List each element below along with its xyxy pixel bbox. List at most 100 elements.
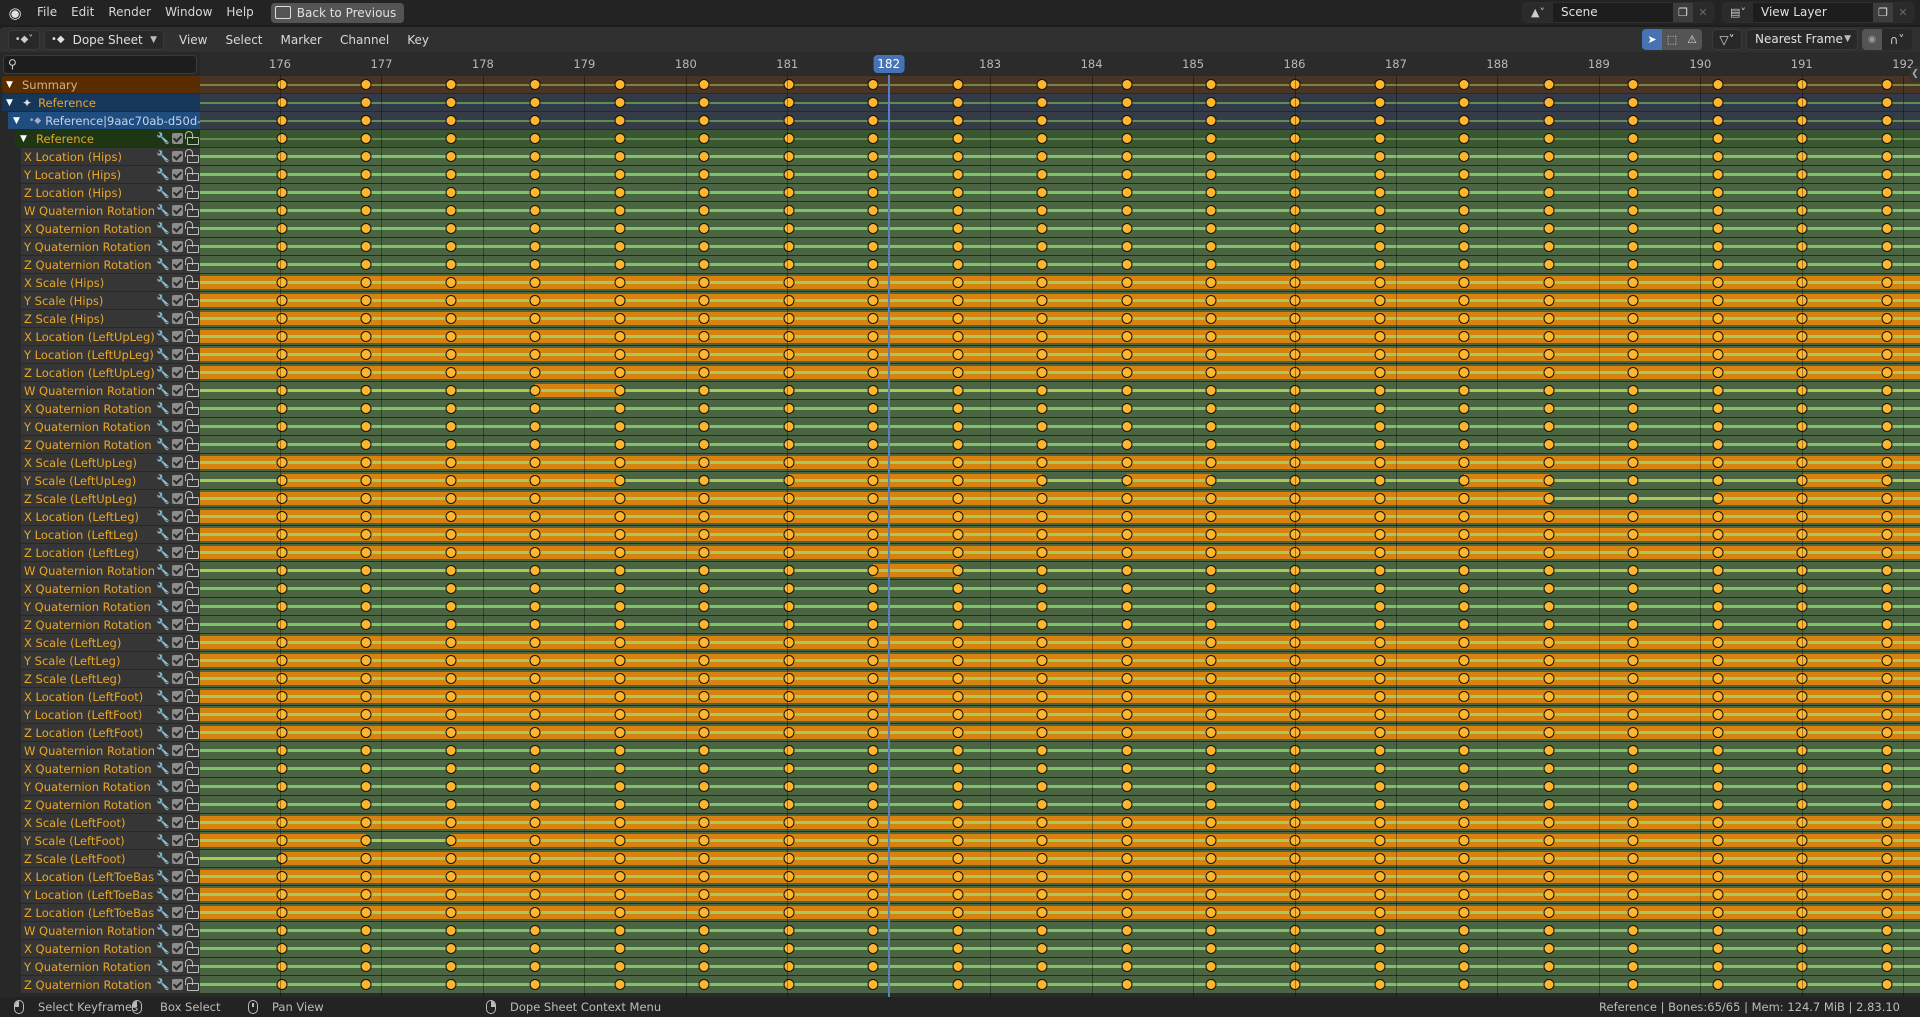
keyframe[interactable] — [614, 655, 626, 666]
channel-row[interactable]: Y Scale (Hips) 🔧 — [21, 292, 200, 309]
keyframe[interactable] — [1881, 277, 1893, 288]
keyframe[interactable] — [1374, 853, 1386, 864]
mute-checkbox[interactable] — [172, 763, 183, 774]
keyframe[interactable] — [1121, 853, 1132, 864]
keyframe[interactable] — [1458, 637, 1470, 648]
mute-checkbox[interactable] — [172, 475, 183, 486]
keyframe[interactable] — [952, 115, 964, 126]
keyframe[interactable] — [1712, 187, 1724, 198]
keyframe[interactable] — [698, 979, 710, 990]
keyframe[interactable] — [276, 421, 288, 432]
lock-icon[interactable] — [185, 940, 199, 955]
keyframe[interactable] — [1374, 349, 1386, 360]
keyframe[interactable] — [276, 889, 288, 900]
keyframe[interactable] — [1712, 223, 1724, 234]
keyframe[interactable] — [867, 529, 879, 540]
keyframe[interactable] — [360, 187, 372, 198]
keyframe[interactable] — [867, 349, 879, 360]
keyframe[interactable] — [360, 889, 372, 900]
keyframe[interactable] — [1205, 817, 1217, 828]
keyframe[interactable] — [952, 223, 964, 234]
keyframe[interactable] — [698, 331, 710, 342]
keyframe[interactable] — [783, 223, 795, 234]
keyframe[interactable] — [1627, 367, 1639, 378]
keyframe[interactable] — [445, 169, 457, 180]
keyframe[interactable] — [952, 79, 964, 90]
lock-icon[interactable] — [185, 868, 199, 883]
keyframe[interactable] — [1121, 187, 1132, 198]
keyframe[interactable] — [952, 97, 964, 108]
keyframe[interactable] — [1627, 655, 1639, 666]
keyframe[interactable] — [360, 691, 372, 702]
keyframe[interactable] — [1627, 259, 1639, 270]
keyframe[interactable] — [1121, 691, 1132, 702]
keyframe[interactable] — [1627, 97, 1639, 108]
keyframe[interactable] — [614, 79, 626, 90]
keyframe[interactable] — [1205, 187, 1217, 198]
keyframe[interactable] — [1036, 259, 1048, 270]
keyframe[interactable] — [783, 727, 795, 738]
keyframe[interactable] — [952, 673, 964, 684]
keyframe[interactable] — [1627, 331, 1639, 342]
keyframe[interactable] — [529, 943, 541, 954]
keyframe[interactable] — [1627, 475, 1639, 486]
mute-checkbox[interactable] — [172, 385, 183, 396]
keyframe[interactable] — [1036, 925, 1048, 936]
keyframe[interactable] — [614, 781, 626, 792]
keyframe[interactable] — [1121, 421, 1132, 432]
keyframe[interactable] — [1036, 151, 1048, 162]
lock-icon[interactable] — [185, 922, 199, 937]
keyframe[interactable] — [276, 925, 288, 936]
keyframe[interactable] — [276, 979, 288, 990]
keyframe[interactable] — [1121, 565, 1132, 576]
keyframe[interactable] — [276, 817, 288, 828]
keyframe[interactable] — [1121, 781, 1132, 792]
wrench-icon[interactable]: 🔧 — [156, 906, 170, 919]
keyframe[interactable] — [698, 169, 710, 180]
keyframe[interactable] — [1627, 457, 1639, 468]
lock-icon[interactable] — [185, 400, 199, 415]
keyframe[interactable] — [1205, 511, 1217, 522]
keyframe[interactable] — [614, 979, 626, 990]
channel-row[interactable]: Z Scale (LeftLeg) 🔧 — [21, 670, 200, 687]
keyframe[interactable] — [529, 187, 541, 198]
keyframe[interactable] — [1712, 691, 1724, 702]
keyframe[interactable] — [698, 799, 710, 810]
keyframe[interactable] — [698, 781, 710, 792]
channel-row[interactable]: Z Quaternion Rotation (LeftLeg)🔧 — [21, 616, 200, 633]
keyframe[interactable] — [1712, 529, 1724, 540]
keyframe[interactable] — [1712, 565, 1724, 576]
wrench-icon[interactable]: 🔧 — [156, 852, 170, 865]
keyframe[interactable] — [276, 943, 288, 954]
keyframe[interactable] — [1881, 889, 1893, 900]
keyframe[interactable] — [1374, 547, 1386, 558]
channel-row[interactable]: Z Location (LeftFoot) 🔧 — [21, 724, 200, 741]
keyframe[interactable] — [360, 79, 372, 90]
keyframe[interactable] — [1205, 241, 1217, 252]
keyframe[interactable] — [1627, 853, 1639, 864]
channel-row[interactable]: X Quaternion Rotation (LeftFoot)🔧 — [21, 760, 200, 777]
keyframe[interactable] — [1543, 817, 1555, 828]
keyframe[interactable] — [1458, 259, 1470, 270]
keyframe[interactable] — [1712, 871, 1724, 882]
keyframe[interactable] — [698, 385, 710, 396]
keyframe[interactable] — [698, 637, 710, 648]
keyframe[interactable] — [1881, 925, 1893, 936]
channel-row[interactable]: Y Quaternion Rotation (LeftToeBase)🔧 — [21, 958, 200, 975]
keyframe[interactable] — [445, 763, 457, 774]
wrench-icon[interactable]: 🔧 — [156, 402, 170, 415]
keyframe[interactable] — [1121, 763, 1132, 774]
menu-file[interactable]: File — [30, 0, 64, 25]
keyframe[interactable] — [698, 925, 710, 936]
keyframe[interactable] — [783, 583, 795, 594]
keyframe[interactable] — [360, 295, 372, 306]
keyframe[interactable] — [783, 205, 795, 216]
keyframe[interactable] — [360, 871, 372, 882]
keyframe[interactable] — [783, 547, 795, 558]
keyframe[interactable] — [445, 925, 457, 936]
keyframe[interactable] — [1458, 169, 1470, 180]
keyframe[interactable] — [1374, 295, 1386, 306]
keyframe[interactable] — [1543, 889, 1555, 900]
keyframe[interactable] — [952, 907, 964, 918]
keyframe[interactable] — [360, 619, 372, 630]
